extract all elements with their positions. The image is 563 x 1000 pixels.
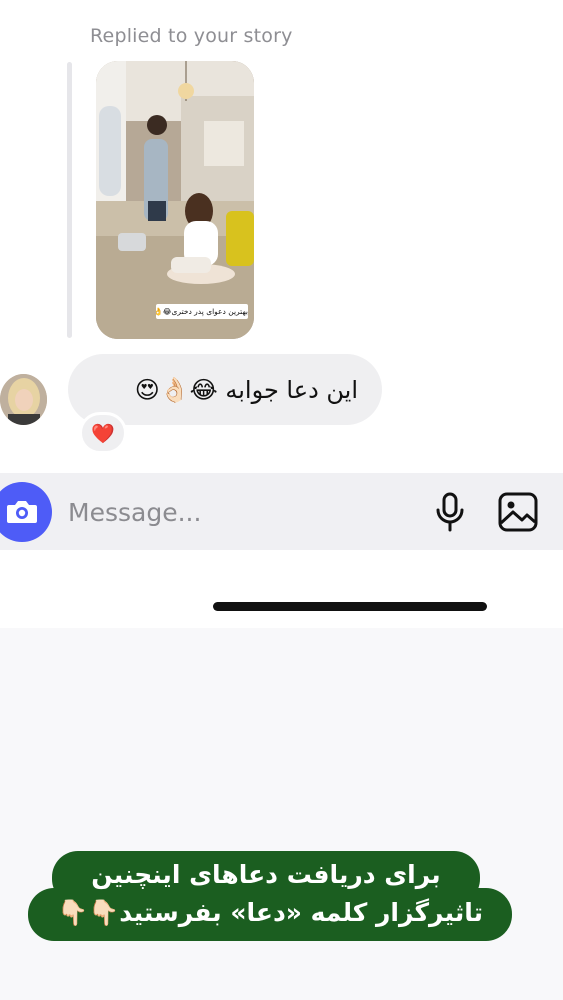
microphone-button[interactable] xyxy=(432,490,468,534)
reply-quote-bar xyxy=(67,62,72,338)
gallery-icon xyxy=(498,492,538,532)
camera-icon xyxy=(7,501,37,523)
message-text: این دعا جوابه 😂👌🏻😍 xyxy=(134,375,358,404)
avatar-image xyxy=(0,374,47,425)
home-indicator[interactable] xyxy=(213,602,487,611)
banner-text-line1: برای دریافت دعاهای اینچنین xyxy=(91,860,441,889)
microphone-icon xyxy=(436,492,464,532)
gallery-button[interactable] xyxy=(497,491,539,533)
message-input[interactable] xyxy=(68,494,408,530)
story-preview[interactable]: بهترین دعوای پدر دختری😂👌 xyxy=(96,61,254,339)
story-caption: بهترین دعوای پدر دختری😂👌 xyxy=(156,304,248,319)
avatar[interactable] xyxy=(0,374,47,425)
reaction-heart[interactable]: ❤️ xyxy=(79,412,127,454)
banner-text-line2: تاثیرگزار کلمه «دعا» بفرستید👇🏻👇🏻 xyxy=(57,898,483,927)
story-image xyxy=(96,61,254,339)
replied-to-story-label: Replied to your story xyxy=(90,25,293,47)
